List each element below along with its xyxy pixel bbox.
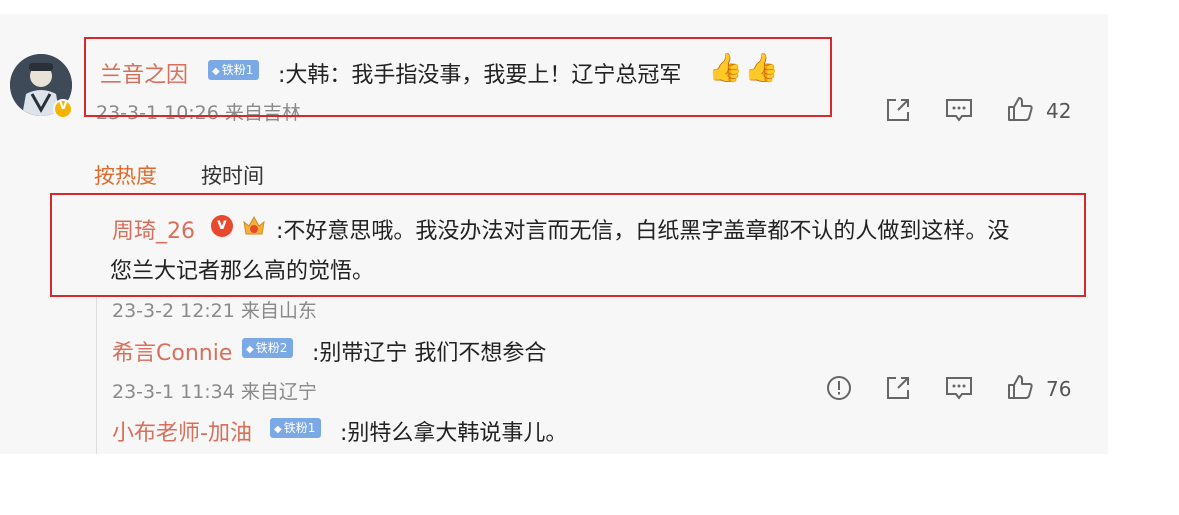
fan-badge: ◆ 铁粉2 <box>242 338 294 358</box>
reply-text: :别特么拿大韩说事儿。 <box>340 421 568 446</box>
like-count: 76 <box>1046 377 1072 401</box>
like-icon[interactable] <box>1006 95 1034 123</box>
reply-username[interactable]: 小布老师-加油 <box>112 415 252 447</box>
share-icon[interactable] <box>884 374 912 402</box>
reply-thread-line <box>96 296 97 454</box>
highlight-box <box>50 193 1086 297</box>
reply-text: :别带辽宁 我们不想参合 <box>312 341 547 366</box>
comment-icon[interactable] <box>944 96 974 124</box>
report-icon[interactable] <box>825 374 853 402</box>
comment-icon[interactable] <box>944 374 974 402</box>
reply-meta: 23-3-1 11:34 来自辽宁 <box>112 381 317 403</box>
like-count: 42 <box>1046 99 1072 123</box>
reply-username[interactable]: 希言Connie <box>112 335 232 367</box>
tab-sort-hot[interactable]: 按热度 <box>94 160 157 190</box>
diamond-icon: ◆ <box>274 424 282 435</box>
diamond-icon: ◆ <box>246 344 254 355</box>
share-icon[interactable] <box>884 96 912 124</box>
fan-badge: ◆ 铁粉1 <box>270 418 322 438</box>
reply-meta: 23-3-2 12:21 来自山东 <box>112 300 317 322</box>
verified-badge-icon <box>53 98 73 119</box>
like-icon[interactable] <box>1006 373 1034 401</box>
highlight-box <box>84 37 832 117</box>
tab-sort-time[interactable]: 按时间 <box>201 160 264 190</box>
